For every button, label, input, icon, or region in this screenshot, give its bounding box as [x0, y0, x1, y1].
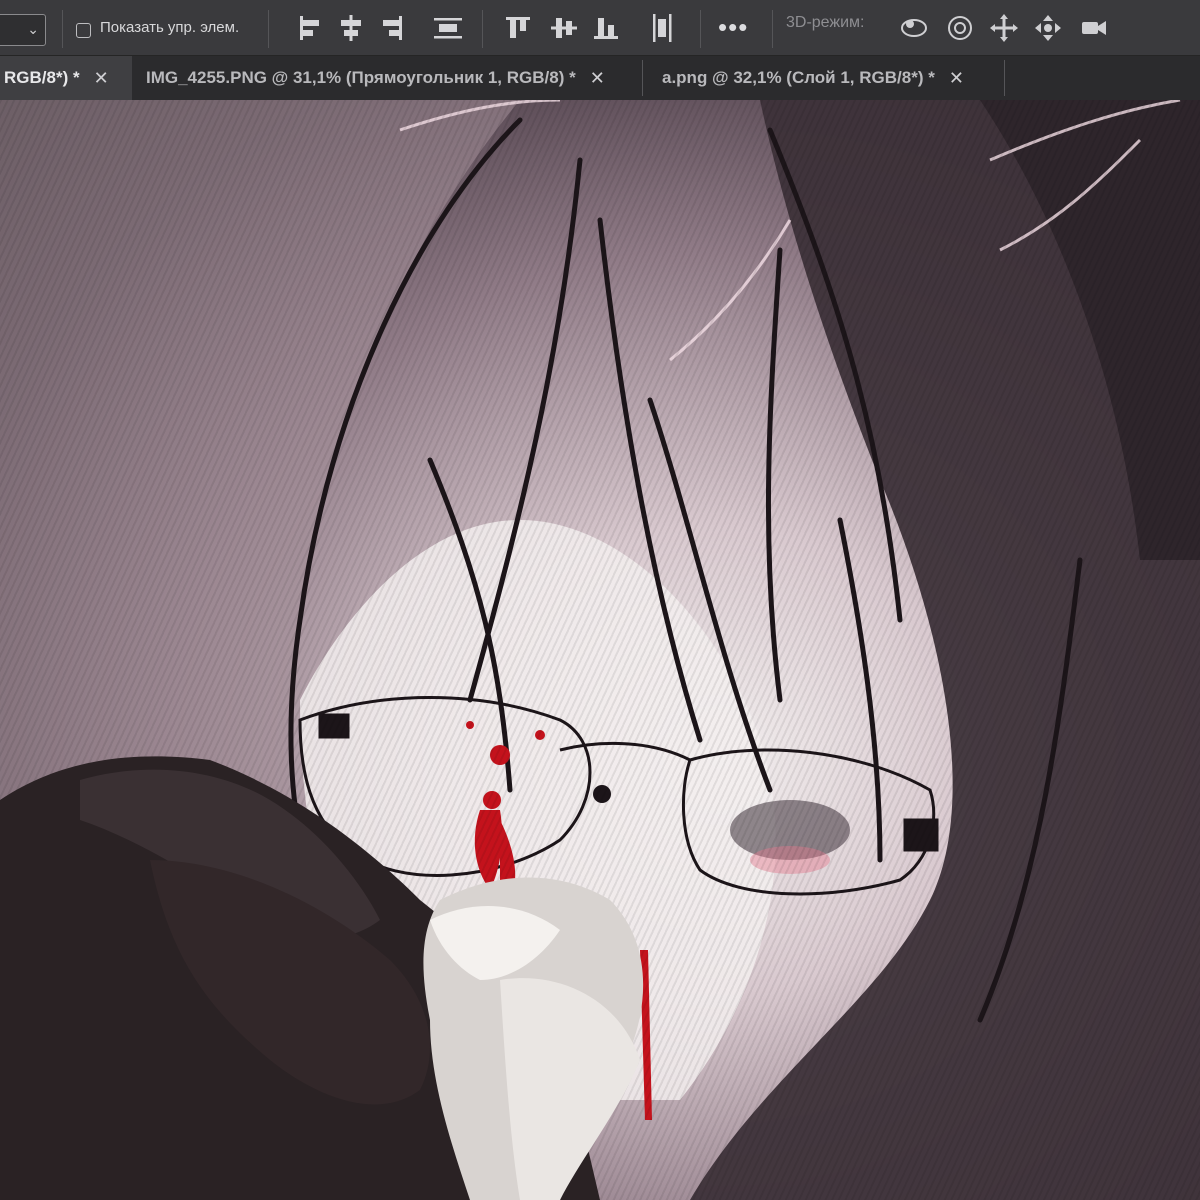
close-icon[interactable]: ✕: [94, 68, 109, 89]
separator: [62, 10, 63, 48]
distribute-horizontal-icon[interactable]: [430, 10, 466, 46]
separator: [482, 10, 483, 48]
pan-3d-icon[interactable]: [986, 10, 1022, 46]
align-bottom-edges-icon[interactable]: [588, 10, 624, 46]
hand-with-tissue-photo: [0, 756, 644, 1200]
separator: [642, 60, 643, 96]
document-tab[interactable]: a.png @ 32,1% (Слой 1, RGB/8*) * ✕: [662, 56, 964, 100]
show-controls-label: Показать упр. элем.: [100, 19, 240, 36]
separator: [1004, 60, 1005, 96]
tab-label: a.png @ 32,1% (Слой 1, RGB/8*) *: [662, 68, 935, 87]
align-left-edges-icon[interactable]: [292, 10, 328, 46]
tab-label: RGB/8*) *: [4, 68, 80, 87]
chevron-down-icon: ⌄: [27, 21, 39, 37]
document-tab-active[interactable]: RGB/8*) * ✕: [0, 56, 132, 100]
scale-3d-camera-icon[interactable]: [1076, 10, 1112, 46]
separator: [268, 10, 269, 48]
align-top-edges-icon[interactable]: [500, 10, 536, 46]
close-icon[interactable]: ✕: [949, 68, 964, 89]
distribute-vertical-icon[interactable]: [644, 10, 680, 46]
align-horizontal-centers-icon[interactable]: [333, 10, 369, 46]
orbit-3d-icon[interactable]: [896, 10, 932, 46]
show-controls-checkbox[interactable]: [76, 23, 91, 38]
document-tab[interactable]: IMG_4255.PNG @ 31,1% (Прямоугольник 1, R…: [146, 56, 605, 100]
separator: [772, 10, 773, 48]
document-tab-bar: RGB/8*) * ✕ IMG_4255.PNG @ 31,1% (Прямоу…: [0, 56, 1200, 100]
separator: [700, 10, 701, 48]
slide-3d-icon[interactable]: [1030, 10, 1066, 46]
close-icon[interactable]: ✕: [590, 68, 605, 89]
roll-3d-icon[interactable]: [942, 10, 978, 46]
preset-dropdown[interactable]: ⌄: [0, 14, 46, 46]
document-canvas[interactable]: [0, 100, 1200, 1200]
mode-3d-label: 3D-режим:: [786, 14, 865, 31]
options-bar: ⌄ Показать упр. элем. ••• 3D-режим:: [0, 0, 1200, 56]
more-options-icon[interactable]: •••: [718, 12, 748, 43]
align-vertical-centers-icon[interactable]: [546, 10, 582, 46]
tab-label: IMG_4255.PNG @ 31,1% (Прямоугольник 1, R…: [146, 68, 576, 87]
align-right-edges-icon[interactable]: [374, 10, 410, 46]
